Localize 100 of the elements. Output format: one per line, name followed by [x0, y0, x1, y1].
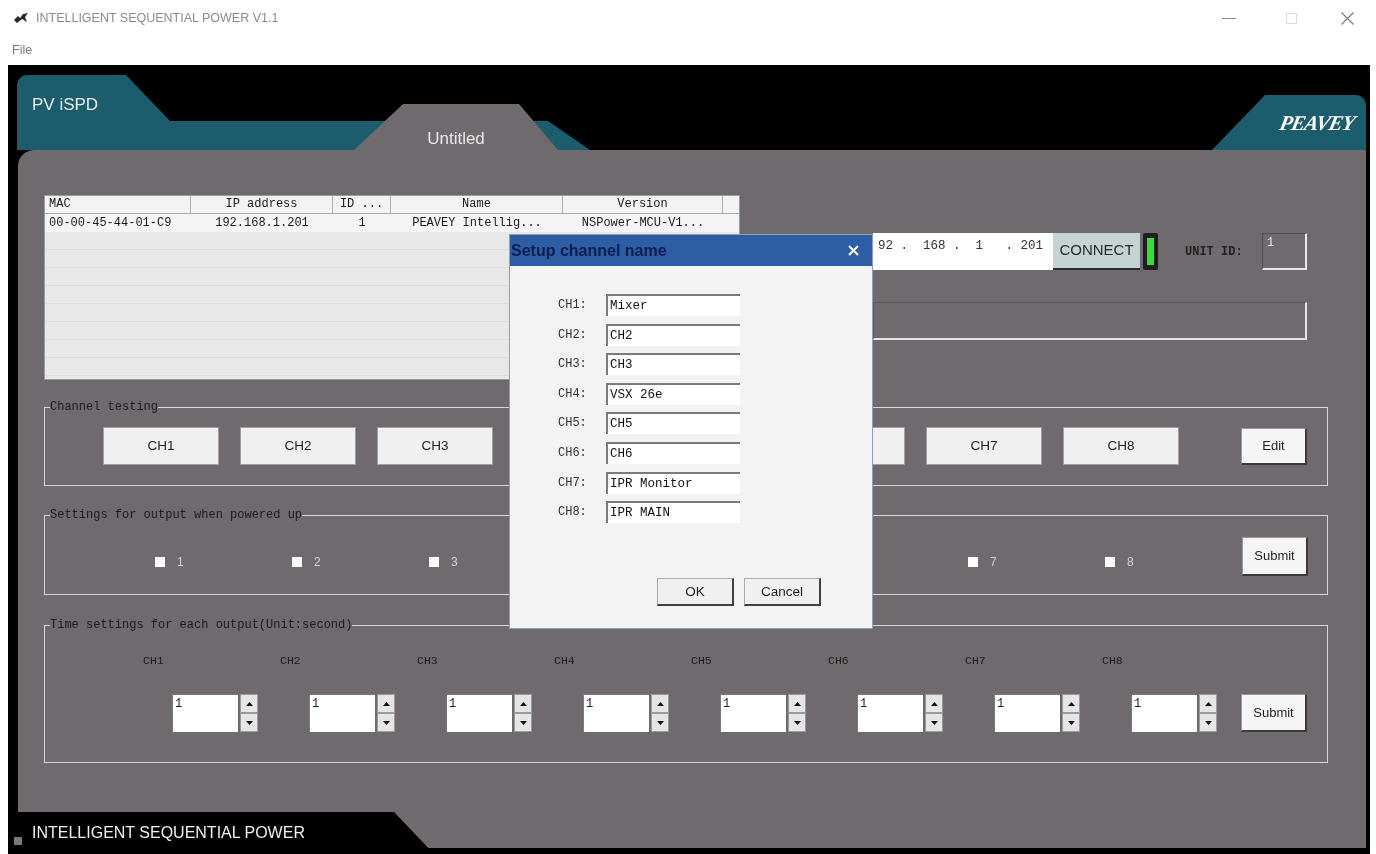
spin-up-button[interactable]: [651, 694, 669, 713]
text-field[interactable]: CH5: [606, 412, 740, 435]
channel-button[interactable]: CH7: [926, 427, 1042, 465]
checkbox-label: 7: [990, 555, 997, 569]
spin-up-button[interactable]: [514, 694, 532, 713]
edit-button[interactable]: Edit: [1241, 427, 1307, 465]
number-field[interactable]: 1: [994, 694, 1060, 732]
number-field[interactable]: 1: [857, 694, 923, 732]
text-field[interactable]: IPR MAIN: [606, 501, 740, 524]
number-field[interactable]: 1: [720, 694, 786, 732]
up-arrow-icon: [382, 701, 390, 706]
text-field[interactable]: CH2: [606, 323, 740, 346]
column-header[interactable]: Name: [391, 196, 563, 213]
unit-id-label: UNIT ID:: [1185, 243, 1243, 261]
spin-up-button[interactable]: [788, 694, 806, 713]
column-header[interactable]: Version: [563, 196, 723, 213]
checkbox[interactable]: [155, 557, 165, 567]
channel-button[interactable]: CH1: [103, 427, 219, 465]
field-label: CH5:: [558, 415, 588, 433]
number-field[interactable]: 1: [446, 694, 512, 732]
text-field[interactable]: VSX 26e: [606, 382, 740, 405]
submit-button[interactable]: Submit: [1242, 537, 1308, 576]
dialog-button[interactable]: OK: [657, 578, 734, 607]
spin-down-button[interactable]: [240, 713, 258, 732]
group-label: Time settings for each output(Unit:second): [50, 619, 353, 632]
dialog-button[interactable]: Cancel: [744, 578, 821, 607]
down-arrow-icon: [656, 720, 664, 725]
ip-address-field[interactable]: 92 . 168 . 1 . 201: [873, 233, 1053, 270]
close-icon: [847, 245, 859, 256]
checkbox-label: 3: [451, 555, 458, 569]
column-header[interactable]: ID ...: [333, 196, 391, 213]
menu-item[interactable]: File: [12, 41, 33, 60]
checkbox-label: 1: [177, 555, 184, 569]
field-label: CH6:: [558, 444, 588, 462]
square-icon: [14, 837, 22, 845]
spin-down-button[interactable]: [925, 713, 943, 732]
down-arrow-icon: [1067, 720, 1075, 725]
spin-up-button[interactable]: [240, 694, 258, 713]
number-field[interactable]: 1: [309, 694, 375, 732]
spin-down-button[interactable]: [377, 713, 395, 732]
column-header[interactable]: MAC: [45, 196, 191, 213]
up-arrow-icon: [1204, 701, 1212, 706]
spin-up-button[interactable]: [1199, 694, 1217, 713]
channel-label: CH3: [417, 655, 438, 667]
footer-text: INTELLIGENT SEQUENTIAL POWER: [32, 823, 305, 843]
checkbox[interactable]: [292, 557, 302, 567]
text-field[interactable]: Mixer: [606, 294, 740, 316]
submit-button[interactable]: Submit: [1241, 694, 1307, 732]
number-field[interactable]: 1: [172, 694, 238, 732]
logo-wordmark: PEAVEY: [1277, 110, 1357, 135]
field-label: CH1:: [558, 297, 588, 314]
spin-down-button[interactable]: [1062, 713, 1080, 732]
text-field[interactable]: CH6: [606, 441, 740, 464]
spin-down-button[interactable]: [514, 713, 532, 732]
channel-label: CH8: [1102, 655, 1123, 667]
number-field[interactable]: 1: [1131, 694, 1197, 732]
channel-label: CH7: [965, 655, 986, 667]
unit-id-field[interactable]: 1: [1262, 233, 1307, 270]
up-arrow-icon: [656, 701, 664, 706]
channel-label: CH5: [691, 655, 712, 667]
window-title: INTELLIGENT SEQUENTIAL POWER V1.1: [36, 9, 279, 27]
up-arrow-icon: [519, 701, 527, 706]
column-header[interactable]: IP address: [191, 196, 333, 213]
text-field[interactable]: CH3: [606, 353, 740, 376]
checkbox-label: 2: [314, 555, 321, 569]
spin-down-button[interactable]: [651, 713, 669, 732]
text-field[interactable]: IPR Monitor: [606, 471, 740, 494]
spin-up-button[interactable]: [377, 694, 395, 713]
spin-down-button[interactable]: [1199, 713, 1217, 732]
app-name: PV iSPD: [32, 95, 100, 115]
down-arrow-icon: [245, 720, 253, 725]
channel-button[interactable]: CH2: [240, 427, 356, 465]
status-field[interactable]: [873, 302, 1307, 340]
down-arrow-icon: [382, 720, 390, 725]
close-icon: [1340, 11, 1354, 25]
channel-button[interactable]: CH8: [1063, 427, 1179, 465]
down-arrow-icon: [519, 720, 527, 725]
channel-label: CH6: [828, 655, 849, 667]
document-tab[interactable]: Untitled: [354, 104, 558, 150]
connect-button[interactable]: CONNECT: [1053, 233, 1140, 270]
number-field[interactable]: 1: [583, 694, 649, 732]
spin-down-button[interactable]: [788, 713, 806, 732]
channel-label: CH1: [143, 655, 164, 667]
up-arrow-icon: [793, 701, 801, 706]
group-label: Settings for output when powered up: [50, 509, 303, 522]
checkbox[interactable]: [1105, 557, 1115, 567]
channel-button[interactable]: CH3: [377, 427, 493, 465]
group-label: Channel testing: [50, 401, 159, 414]
table-cell-text: NSPower-MCU-V1...: [580, 215, 706, 232]
table-cell-text: 00-00-45-44-01-C9: [48, 215, 173, 232]
channel-label: CH4: [554, 655, 575, 667]
down-arrow-icon: [793, 720, 801, 725]
field-label: CH3:: [558, 356, 588, 374]
minimize-icon: [1222, 17, 1236, 19]
spin-up-button[interactable]: [925, 694, 943, 713]
checkbox[interactable]: [968, 557, 978, 567]
checkbox[interactable]: [429, 557, 439, 567]
channel-label: CH2: [280, 655, 301, 667]
maximize-icon: [1285, 12, 1297, 24]
spin-up-button[interactable]: [1062, 694, 1080, 713]
